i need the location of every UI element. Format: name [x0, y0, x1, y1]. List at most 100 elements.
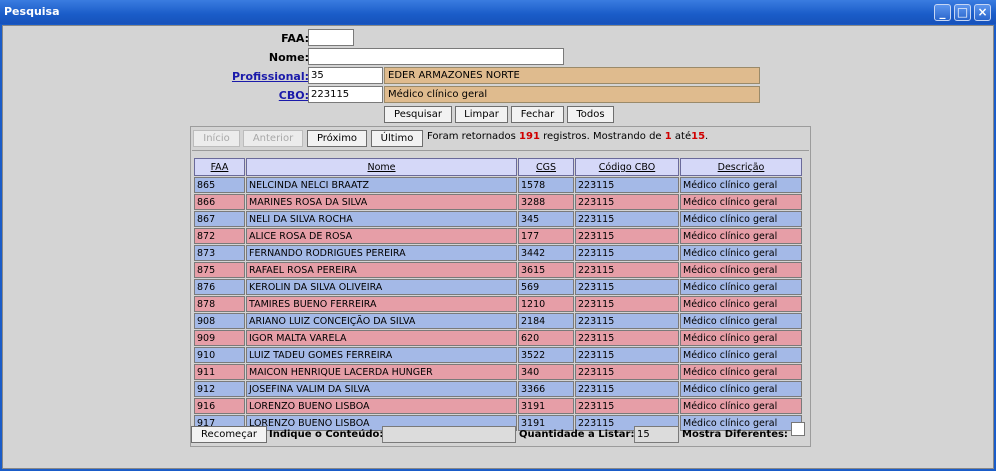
col-header-faa[interactable]: FAA — [194, 158, 245, 176]
cell-codigo-cbo[interactable]: 223115 — [575, 211, 679, 227]
cell-cgs[interactable]: 569 — [518, 279, 574, 295]
cell-faa[interactable]: 910 — [194, 347, 245, 363]
mostra-diferentes-checkbox[interactable] — [791, 422, 805, 436]
table-row[interactable]: 912 JOSEFINA VALIM DA SILVA 3366 223115 Médi… — [194, 381, 802, 397]
cell-cgs[interactable]: 3442 — [518, 245, 574, 261]
todos-button[interactable]: Todos — [567, 106, 614, 123]
minimize-icon[interactable]: _ — [934, 4, 951, 21]
cell-codigo-cbo[interactable]: 223115 — [575, 347, 679, 363]
cell-cgs[interactable]: 2184 — [518, 313, 574, 329]
cell-cgs[interactable]: 3366 — [518, 381, 574, 397]
profissional-link[interactable]: Profissional: — [232, 70, 309, 83]
anterior-button[interactable]: Anterior — [243, 130, 303, 147]
cell-descricao[interactable]: Médico clínico geral — [680, 228, 802, 244]
cell-cgs[interactable]: 345 — [518, 211, 574, 227]
cell-codigo-cbo[interactable]: 223115 — [575, 364, 679, 380]
cell-cgs[interactable]: 3288 — [518, 194, 574, 210]
cell-nome[interactable]: RAFAEL ROSA PEREIRA — [246, 262, 517, 278]
cell-codigo-cbo[interactable]: 223115 — [575, 245, 679, 261]
close-icon[interactable]: × — [974, 4, 991, 21]
cell-nome[interactable]: FERNANDO RODRIGUES PEREIRA — [246, 245, 517, 261]
cell-codigo-cbo[interactable]: 223115 — [575, 262, 679, 278]
cell-descricao[interactable]: Médico clínico geral — [680, 211, 802, 227]
cell-codigo-cbo[interactable]: 223115 — [575, 330, 679, 346]
col-header-codigo-cbo[interactable]: Código CBO — [575, 158, 679, 176]
cell-codigo-cbo[interactable]: 223115 — [575, 177, 679, 193]
cell-nome[interactable]: ALICE ROSA DE ROSA — [246, 228, 517, 244]
cell-faa[interactable]: 916 — [194, 398, 245, 414]
table-row[interactable]: 908 ARIANO LUIZ CONCEIÇÃO DA SILVA 2184 223… — [194, 313, 802, 329]
table-row[interactable]: 866 MARINES ROSA DA SILVA 3288 223115 Médico… — [194, 194, 802, 210]
cell-nome[interactable]: TAMIRES BUENO FERREIRA — [246, 296, 517, 312]
cell-descricao[interactable]: Médico clínico geral — [680, 381, 802, 397]
inicio-button[interactable]: Início — [193, 130, 240, 147]
cell-nome[interactable]: LUIZ TADEU GOMES FERREIRA — [246, 347, 517, 363]
cell-descricao[interactable]: Médico clínico geral — [680, 177, 802, 193]
table-row[interactable]: 876 KEROLIN DA SILVA OLIVEIRA 569 223115 Méd… — [194, 279, 802, 295]
proximo-button[interactable]: Próximo — [307, 130, 367, 147]
table-row[interactable]: 916 LORENZO BUENO LISBOA 3191 223115 Médico … — [194, 398, 802, 414]
cell-descricao[interactable]: Médico clínico geral — [680, 279, 802, 295]
cell-faa[interactable]: 875 — [194, 262, 245, 278]
cbo-code-input[interactable]: 223115 — [308, 86, 383, 103]
col-header-descricao[interactable]: Descrição — [680, 158, 802, 176]
cell-nome[interactable]: MARINES ROSA DA SILVA — [246, 194, 517, 210]
cell-codigo-cbo[interactable]: 223115 — [575, 296, 679, 312]
table-row[interactable]: 872 ALICE ROSA DE ROSA 177 223115 Médico clí… — [194, 228, 802, 244]
cell-faa[interactable]: 878 — [194, 296, 245, 312]
cell-nome[interactable]: IGOR MALTA VARELA — [246, 330, 517, 346]
table-row[interactable]: 909 IGOR MALTA VARELA 620 223115 Médico clín… — [194, 330, 802, 346]
cell-nome[interactable]: LORENZO BUENO LISBOA — [246, 398, 517, 414]
pesquisar-button[interactable]: Pesquisar — [384, 106, 452, 123]
cell-nome[interactable]: ARIANO LUIZ CONCEIÇÃO DA SILVA — [246, 313, 517, 329]
cell-descricao[interactable]: Médico clínico geral — [680, 347, 802, 363]
cell-descricao[interactable]: Médico clínico geral — [680, 364, 802, 380]
table-row[interactable]: 911 MAICON HENRIQUE LACERDA HUNGER 340 2231… — [194, 364, 802, 380]
conteudo-input[interactable] — [382, 426, 516, 443]
col-header-nome[interactable]: Nome — [246, 158, 517, 176]
cell-nome[interactable]: NELCINDA NELCI BRAATZ — [246, 177, 517, 193]
col-header-cgs[interactable]: CGS — [518, 158, 574, 176]
cell-faa[interactable]: 865 — [194, 177, 245, 193]
recomecar-button[interactable]: Recomeçar — [191, 426, 267, 443]
table-row[interactable]: 865 NELCINDA NELCI BRAATZ 1578 223115 Médico… — [194, 177, 802, 193]
table-row[interactable]: 875 RAFAEL ROSA PEREIRA 3615 223115 Médico c… — [194, 262, 802, 278]
title-bar[interactable]: Pesquisa _ □ × — [0, 0, 996, 24]
cell-faa[interactable]: 876 — [194, 279, 245, 295]
cbo-link[interactable]: CBO: — [279, 89, 309, 102]
cell-nome[interactable]: MAICON HENRIQUE LACERDA HUNGER — [246, 364, 517, 380]
cell-descricao[interactable]: Médico clínico geral — [680, 262, 802, 278]
cell-faa[interactable]: 872 — [194, 228, 245, 244]
cell-cgs[interactable]: 620 — [518, 330, 574, 346]
cell-cgs[interactable]: 340 — [518, 364, 574, 380]
cell-codigo-cbo[interactable]: 223115 — [575, 381, 679, 397]
cell-descricao[interactable]: Médico clínico geral — [680, 313, 802, 329]
cell-cgs[interactable]: 1578 — [518, 177, 574, 193]
limpar-button[interactable]: Limpar — [455, 106, 508, 123]
cell-cgs[interactable]: 1210 — [518, 296, 574, 312]
cell-cgs[interactable]: 3615 — [518, 262, 574, 278]
table-row[interactable]: 873 FERNANDO RODRIGUES PEREIRA 3442 223115 M… — [194, 245, 802, 261]
quantidade-input[interactable]: 15 — [634, 426, 679, 443]
maximize-icon[interactable]: □ — [954, 4, 971, 21]
nome-input[interactable] — [308, 48, 564, 65]
faa-input[interactable] — [308, 29, 354, 46]
table-row[interactable]: 867 NELI DA SILVA ROCHA 345 223115 Médico cl… — [194, 211, 802, 227]
cell-cgs[interactable]: 177 — [518, 228, 574, 244]
cell-codigo-cbo[interactable]: 223115 — [575, 228, 679, 244]
cell-descricao[interactable]: Médico clínico geral — [680, 245, 802, 261]
ultimo-button[interactable]: Último — [371, 130, 423, 147]
cell-descricao[interactable]: Médico clínico geral — [680, 330, 802, 346]
profissional-code-input[interactable]: 35 — [308, 67, 383, 84]
cell-cgs[interactable]: 3191 — [518, 398, 574, 414]
table-row[interactable]: 878 TAMIRES BUENO FERREIRA 1210 223115 Médic… — [194, 296, 802, 312]
cell-descricao[interactable]: Médico clínico geral — [680, 194, 802, 210]
fechar-button[interactable]: Fechar — [511, 106, 564, 123]
cell-cgs[interactable]: 3522 — [518, 347, 574, 363]
cell-faa[interactable]: 908 — [194, 313, 245, 329]
cell-nome[interactable]: NELI DA SILVA ROCHA — [246, 211, 517, 227]
cell-codigo-cbo[interactable]: 223115 — [575, 279, 679, 295]
cell-nome[interactable]: KEROLIN DA SILVA OLIVEIRA — [246, 279, 517, 295]
cell-descricao[interactable]: Médico clínico geral — [680, 398, 802, 414]
cell-faa[interactable]: 909 — [194, 330, 245, 346]
